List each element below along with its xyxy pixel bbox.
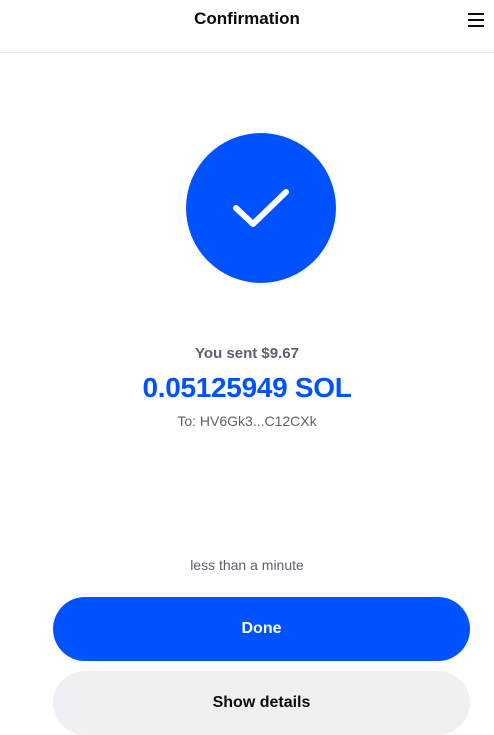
checkmark-icon: [233, 189, 289, 227]
sent-fiat-amount: You sent $9.67: [195, 345, 299, 362]
recipient-address: To: HV6Gk3...C12CXk: [177, 413, 317, 429]
success-indicator: [186, 133, 336, 283]
menu-button[interactable]: [464, 8, 488, 32]
hamburger-menu-icon: [468, 13, 484, 27]
estimated-time: less than a minute: [190, 557, 304, 573]
page-title: Confirmation: [194, 9, 300, 28]
show-details-button[interactable]: Show details: [53, 671, 470, 735]
top-bar: Confirmation: [0, 0, 494, 53]
done-button[interactable]: Done: [53, 597, 470, 661]
crypto-amount: 0.05125949 SOL: [142, 372, 352, 403]
